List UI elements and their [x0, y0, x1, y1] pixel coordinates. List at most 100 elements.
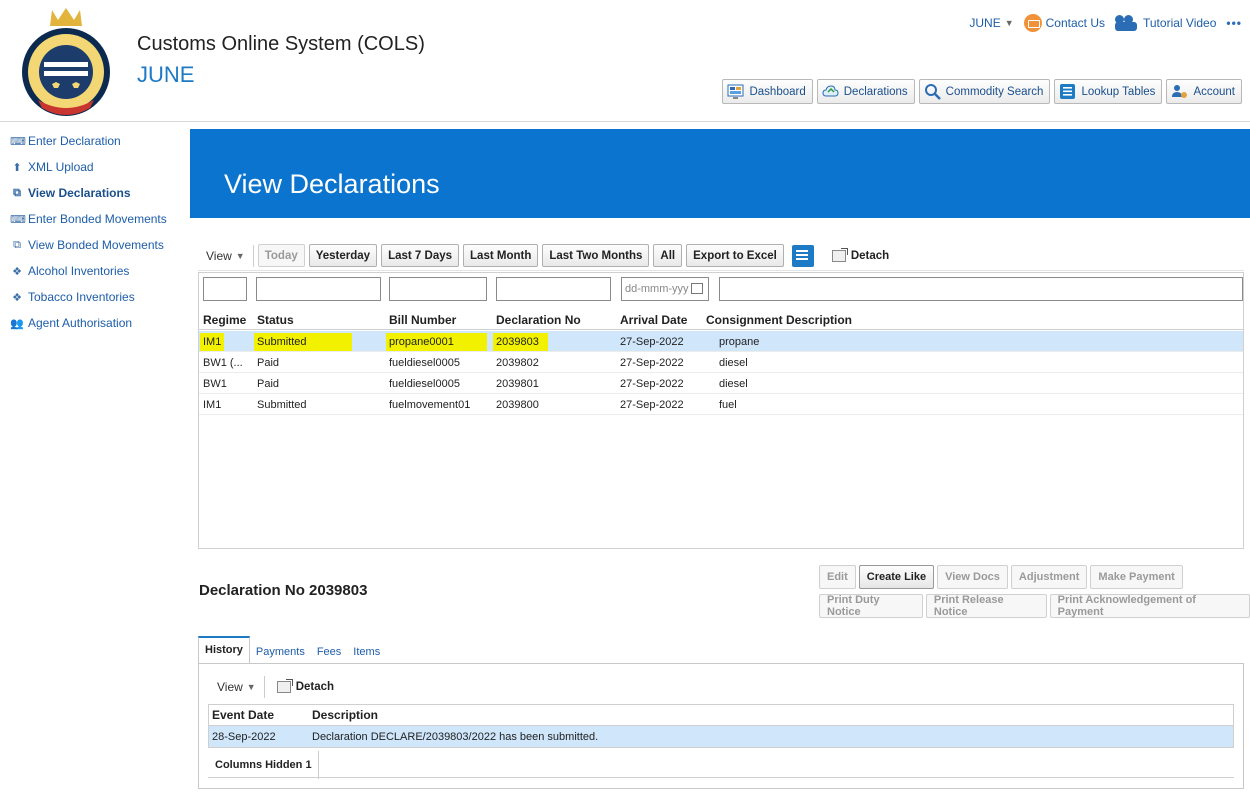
sidebar-item-tobacco-inventories[interactable]: ❖ Tobacco Inventories [0, 284, 185, 310]
make-payment-button[interactable]: Make Payment [1090, 565, 1183, 589]
declarations-label: Declarations [843, 85, 908, 98]
sidebar-item-alcohol-inventories[interactable]: ❖ Alcohol Inventories [0, 258, 185, 284]
sidebar-item-enter-bonded-movements[interactable]: ⌨ Enter Bonded Movements [0, 206, 185, 232]
sidebar-item-view-declarations[interactable]: ⧉ View Declarations [0, 180, 185, 206]
last-two-months-button[interactable]: Last Two Months [542, 244, 650, 267]
column-header[interactable]: Arrival Date [620, 313, 687, 327]
dashboard-button[interactable]: Dashboard [722, 79, 813, 104]
history-view-menu[interactable]: View ▼ [209, 676, 265, 698]
people-video-icon [1115, 15, 1139, 31]
top-links: JUNE ▼ Contact Us Tutorial Video ••• [969, 14, 1242, 32]
account-label: Account [1193, 85, 1235, 98]
print-acknowledgement-button[interactable]: Print Acknowledgement of Payment [1049, 594, 1250, 618]
consignment-description-filter[interactable] [719, 277, 1243, 301]
detach-icon [276, 679, 293, 693]
cubes-icon: ❖ [12, 265, 22, 278]
query-by-example-icon[interactable] [791, 244, 814, 267]
detach-button[interactable]: Detach [831, 247, 890, 262]
bill-number-filter[interactable] [389, 277, 487, 301]
main-nav: Dashboard Declarations Commodity Search [722, 79, 1242, 104]
table-cell: Submitted [257, 399, 307, 411]
column-header[interactable]: Bill Number [389, 313, 456, 327]
table-cell: 2039801 [496, 378, 539, 390]
create-like-button[interactable]: Create Like [858, 565, 935, 589]
cubes-icon: ❖ [12, 291, 22, 304]
table-cell: 27-Sep-2022 [620, 399, 684, 411]
tab-items[interactable]: Items [347, 646, 386, 664]
view-docs-button[interactable]: View Docs [937, 565, 1008, 589]
last-month-button[interactable]: Last Month [463, 244, 539, 267]
sidebar-item-agent-authorisation[interactable]: 👥 Agent Authorisation [0, 310, 185, 336]
history-detach-button[interactable]: Detach [276, 679, 334, 693]
yesterday-button[interactable]: Yesterday [308, 244, 378, 267]
tutorial-video-link[interactable]: Tutorial Video [1115, 15, 1216, 31]
table-row[interactable]: BW1 (... Paid fueldiesel0005 2039802 27-… [199, 352, 1243, 373]
sidebar-item-enter-declaration[interactable]: ⌨ Enter Declaration [0, 128, 185, 154]
more-icon[interactable]: ••• [1226, 16, 1242, 30]
status-filter[interactable] [256, 277, 381, 301]
calendar-icon[interactable] [690, 283, 703, 294]
view-menu-label: View [206, 248, 232, 263]
date-placeholder: dd-mmm-yyy [625, 283, 689, 295]
user-menu-label: JUNE [969, 16, 1001, 30]
today-button[interactable]: Today [257, 244, 305, 267]
table-cell: 28-Sep-2022 [212, 731, 276, 743]
app-header: Customs Online System (COLS) JUNE JUNE ▼… [0, 0, 1250, 122]
table-cell: diesel [719, 357, 748, 369]
history-toolbar: View ▼ Detach [209, 676, 334, 698]
commodity-search-button[interactable]: Commodity Search [918, 79, 1051, 104]
columns-hidden-indicator[interactable]: Columns Hidden 1 [209, 751, 319, 779]
tutorial-video-label: Tutorial Video [1143, 16, 1217, 30]
contact-us-link[interactable]: Contact Us [1023, 14, 1105, 32]
table-header: Event Date Description [209, 705, 1233, 726]
column-header[interactable]: Declaration No [496, 313, 581, 327]
table-row[interactable]: BW1 Paid fueldiesel0005 2039801 27-Sep-2… [199, 373, 1243, 394]
print-duty-notice-button[interactable]: Print Duty Notice [819, 594, 923, 618]
sidebar-item-view-bonded-movements[interactable]: ⧉ View Bonded Movements [0, 232, 185, 258]
table-cell: 2039800 [496, 399, 539, 411]
export-to-excel-button[interactable]: Export to Excel [686, 244, 784, 267]
dashboard-icon [727, 84, 744, 99]
regime-filter[interactable] [203, 277, 247, 301]
user-settings-icon [1172, 85, 1188, 98]
table-row[interactable]: IM1 Submitted fuelmovement01 2039800 27-… [199, 394, 1243, 415]
tab-fees[interactable]: Fees [311, 646, 347, 664]
last-7-days-button[interactable]: Last 7 Days [381, 244, 460, 267]
copy-icon: ⧉ [13, 186, 21, 199]
page-title: View Declarations [224, 169, 440, 199]
table-cell: Paid [257, 357, 280, 369]
lookup-tables-button[interactable]: Lookup Tables [1054, 79, 1163, 104]
app-title: Customs Online System (COLS) [137, 33, 425, 55]
view-menu-label: View [217, 680, 243, 694]
sidebar-item-label: XML Upload [28, 160, 94, 174]
all-button[interactable]: All [653, 244, 683, 267]
arrival-date-filter[interactable]: dd-mmm-yyy [621, 277, 709, 301]
column-header[interactable]: Status [257, 313, 294, 327]
detach-label: Detach [850, 249, 890, 262]
column-header[interactable]: Event Date [212, 708, 274, 722]
column-header[interactable]: Description [312, 708, 378, 722]
user-menu[interactable]: JUNE ▼ [969, 16, 1013, 30]
sidebar: ⌨ Enter Declaration ⬆ XML Upload ⧉ View … [0, 128, 185, 336]
print-release-notice-button[interactable]: Print Release Notice [925, 594, 1047, 618]
declaration-no-filter[interactable] [496, 277, 611, 301]
view-menu[interactable]: View ▼ [198, 244, 254, 267]
table-row[interactable]: 28-Sep-2022 Declaration DECLARE/2039803/… [209, 726, 1233, 747]
search-icon [924, 84, 941, 100]
declarations-button[interactable]: Declarations [816, 79, 915, 104]
table-row[interactable]: IM1 Submitted propane0001 2039803 27-Sep… [199, 331, 1243, 352]
edit-button[interactable]: Edit [819, 565, 856, 589]
table-cell: propane [719, 336, 760, 348]
divider [208, 777, 1234, 778]
tab-payments[interactable]: Payments [250, 646, 311, 664]
page-title-banner: View Declarations [190, 129, 1250, 218]
column-header[interactable]: Consignment Description [706, 313, 852, 327]
adjustment-button[interactable]: Adjustment [1010, 565, 1088, 589]
table-cell: fueldiesel0005 [389, 357, 460, 369]
table-cell: 2039803 [496, 336, 545, 348]
tab-history[interactable]: History [198, 636, 250, 664]
history-panel: View ▼ Detach Event Date Description 28-… [198, 663, 1244, 789]
sidebar-item-xml-upload[interactable]: ⬆ XML Upload [0, 154, 185, 180]
column-header[interactable]: Regime [203, 313, 246, 327]
account-button[interactable]: Account [1166, 79, 1242, 104]
